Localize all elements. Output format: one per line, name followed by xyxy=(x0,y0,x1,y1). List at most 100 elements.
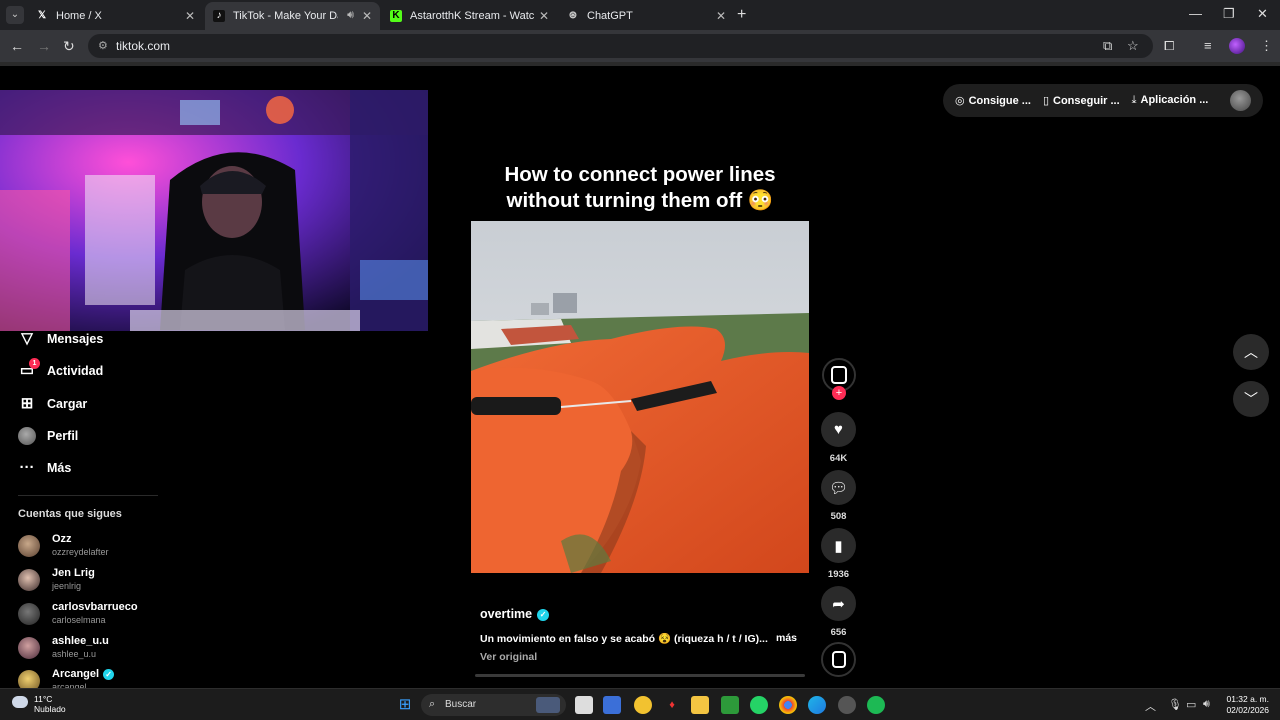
extensions-icon[interactable]: ⧠ xyxy=(1164,38,1174,54)
url-text[interactable]: tiktok.com xyxy=(116,39,170,53)
tab-search-button[interactable]: ⌄ xyxy=(6,6,24,24)
cloud-icon xyxy=(12,696,28,708)
nav-profile[interactable]: Perfil xyxy=(18,427,78,445)
tab-kick-stream[interactable]: K AstarotthK Stream - Watch Live on Kick… xyxy=(382,2,557,30)
page-top-band xyxy=(0,62,1280,66)
minimize-icon[interactable]: — xyxy=(1189,6,1202,21)
tray-overflow-icon[interactable]: ︿ xyxy=(1145,698,1156,714)
account-handle: carloselmana xyxy=(52,615,106,625)
windows-start-icon[interactable]: ⊞ xyxy=(396,696,414,714)
spotify-icon[interactable] xyxy=(867,696,885,714)
sound-disc-button[interactable] xyxy=(821,642,856,677)
following-account[interactable]: carlosvbarrueco carloselmana xyxy=(18,601,138,626)
bookmark-star-icon[interactable]: ☆ xyxy=(1127,38,1139,54)
clock-date: 02/02/2026 xyxy=(1226,705,1269,715)
clock-time: 01:32 a. m. xyxy=(1226,694,1269,704)
forward-icon[interactable]: → xyxy=(37,38,51,54)
reload-icon[interactable]: ↻ xyxy=(63,38,75,55)
app-download-button[interactable]: ⤓ Aplicación ... xyxy=(1132,94,1209,107)
close-window-icon[interactable]: ✕ xyxy=(1257,6,1268,22)
user-avatar[interactable] xyxy=(1230,90,1251,111)
media-control-icon[interactable]: ≡ xyxy=(1204,38,1212,53)
save-button[interactable]: ▮ xyxy=(821,528,856,563)
back-icon[interactable]: ← xyxy=(10,38,24,54)
x-logo-icon: 𝕏 xyxy=(37,10,47,21)
more-link[interactable]: más xyxy=(776,632,797,644)
see-original-link[interactable]: Ver original xyxy=(480,651,537,663)
sidebar-divider xyxy=(18,495,158,496)
close-icon[interactable]: ✕ xyxy=(716,9,726,23)
search-icon: ⌕ xyxy=(429,698,436,710)
tab-tiktok[interactable]: ♪ TikTok - Make Your Day 🔊︎ ✕ xyxy=(205,2,380,30)
address-bar[interactable]: ⚙ tiktok.com xyxy=(88,34,1153,58)
nav-more[interactable]: ··· Más xyxy=(18,459,72,477)
chrome-icon[interactable] xyxy=(779,696,797,714)
close-icon[interactable]: ✕ xyxy=(539,9,549,23)
video-progress-bar[interactable] xyxy=(475,674,805,677)
comment-icon: 💬︎ xyxy=(828,479,849,497)
following-account[interactable]: Ozz ozzreydelafter xyxy=(18,533,109,558)
edge-icon[interactable] xyxy=(808,696,826,714)
system-clock[interactable]: 01:32 a. m. 02/02/2026 xyxy=(1224,694,1269,716)
account-name: carlosvbarrueco xyxy=(52,601,138,613)
app-icon[interactable] xyxy=(838,696,856,714)
author-name: overtime xyxy=(480,607,533,621)
tab-home-x[interactable]: 𝕏 Home / X ✕ xyxy=(28,2,203,30)
tab-chatgpt[interactable]: ⊛ ChatGPT ✕ xyxy=(559,2,734,30)
nav-label: Actividad xyxy=(47,364,104,378)
nav-label: Perfil xyxy=(47,429,79,443)
previous-video-button[interactable]: ︿ xyxy=(1233,334,1269,370)
share-arrow-icon: ➦ xyxy=(832,595,845,613)
menu-kebab-icon[interactable]: ⋮ xyxy=(1260,38,1273,54)
close-icon[interactable]: ✕ xyxy=(362,9,372,23)
video-player[interactable] xyxy=(471,221,809,573)
heart-icon: ♥ xyxy=(834,421,843,438)
follow-plus-icon[interactable]: + xyxy=(832,386,846,400)
next-video-button[interactable]: ﹀ xyxy=(1233,381,1269,417)
nav-upload[interactable]: ⊞ Cargar xyxy=(18,395,88,413)
tiktok-page: ◎ Consigue ... ▯ Conseguir ... ⤓ Aplicación… xyxy=(0,62,1280,688)
windows-taskbar: 11°C Nublado ⊞ ⌕ Buscar ♦ ︿ 🎙︎ ▭ 🔊︎ 01:32… xyxy=(0,688,1280,720)
file-explorer-icon[interactable] xyxy=(691,696,709,714)
task-view-icon[interactable] xyxy=(575,696,593,714)
app-icon[interactable]: ♦ xyxy=(663,696,681,714)
nav-activity[interactable]: ▭ 1 Actividad xyxy=(18,358,104,380)
following-account[interactable]: Arcangel ✓ arcangel xyxy=(18,668,115,688)
store-icon[interactable] xyxy=(603,696,621,714)
profile-avatar-icon[interactable] xyxy=(1229,38,1245,54)
app-icon[interactable] xyxy=(634,696,652,714)
kick-logo-icon: K xyxy=(390,10,402,22)
chatgpt-logo-icon: ⊛ xyxy=(568,10,578,21)
close-icon[interactable]: ✕ xyxy=(185,9,195,23)
browser-toolbar: ← → ↻ ⚙ tiktok.com ⧉ ☆ ⧠ ≡ ⋮ xyxy=(0,30,1280,62)
video-author[interactable]: overtime ✓ xyxy=(480,607,550,621)
like-button[interactable]: ♥ xyxy=(821,412,856,447)
restore-icon[interactable]: ❐ xyxy=(1223,6,1235,22)
speaker-icon[interactable]: 🔊︎ xyxy=(347,9,354,22)
microphone-icon[interactable]: 🎙︎ xyxy=(1168,698,1182,711)
comment-button[interactable]: 💬︎ xyxy=(821,470,856,505)
volume-icon[interactable]: 🔊︎ xyxy=(1203,698,1210,711)
taskbar-search[interactable]: ⌕ Buscar xyxy=(421,694,566,716)
tab-title: Home / X xyxy=(56,10,102,22)
more-icon: ··· xyxy=(19,459,35,476)
browser-tab-strip: ⌄ 𝕏 Home / X ✕ ♪ TikTok - Make Your Day … xyxy=(0,0,1280,30)
minecraft-icon[interactable] xyxy=(721,696,739,714)
save-count: 1936 xyxy=(827,569,850,580)
share-count: 656 xyxy=(830,627,847,638)
following-account[interactable]: ashlee_u.u ashlee_u.u xyxy=(18,635,109,660)
site-info-icon[interactable]: ⚙ xyxy=(98,39,108,52)
new-tab-icon[interactable]: + xyxy=(737,6,746,24)
get-app-button[interactable]: ▯ Conseguir ... xyxy=(1043,94,1120,107)
nav-messages[interactable]: ▽ Mensajes xyxy=(18,330,103,348)
network-icon[interactable]: ▭ xyxy=(1186,698,1196,711)
cast-icon[interactable]: ⧉ xyxy=(1103,38,1112,54)
account-name: Ozz xyxy=(52,533,72,545)
tab-title: TikTok - Make Your Day xyxy=(233,10,338,22)
following-account[interactable]: Jen Lrig jeenlrig xyxy=(18,567,95,592)
whatsapp-icon[interactable] xyxy=(750,696,768,714)
send-icon: ▽ xyxy=(21,330,33,347)
share-button[interactable]: ➦ xyxy=(821,586,856,621)
get-coins-button[interactable]: ◎ Consigue ... xyxy=(955,94,1031,107)
weather-temp: 11°C xyxy=(34,694,53,704)
